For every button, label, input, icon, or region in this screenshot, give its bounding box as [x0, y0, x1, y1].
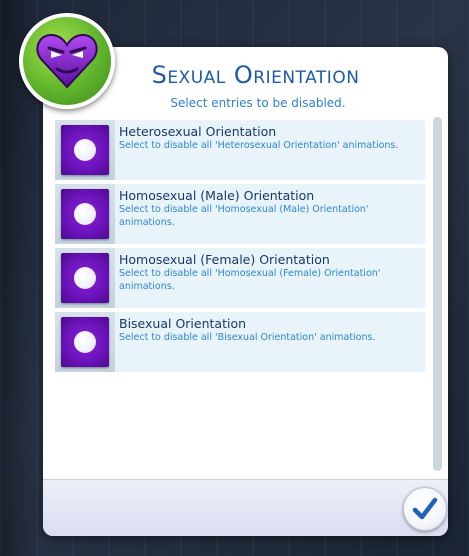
dialog-subtitle: Select entries to be disabled.	[170, 96, 346, 110]
list-item[interactable]: Bisexual Orientation Select to disable a…	[55, 312, 425, 372]
item-description: Select to disable all 'Homosexual (Male)…	[119, 204, 369, 228]
list-item[interactable]: Homosexual (Male) Orientation Select to …	[55, 184, 425, 244]
list-scrollbar[interactable]	[433, 117, 442, 471]
item-description: Select to disable all 'Homosexual (Femal…	[119, 268, 381, 292]
white-dot-icon	[74, 139, 96, 161]
dialog-footer	[43, 479, 448, 536]
orientation-list: Heterosexual Orientation Select to disab…	[55, 120, 425, 376]
white-dot-icon	[74, 267, 96, 289]
list-item[interactable]: Heterosexual Orientation Select to disab…	[55, 120, 425, 180]
list-item[interactable]: Homosexual (Female) Orientation Select t…	[55, 248, 425, 308]
checkmark-icon	[412, 497, 438, 520]
white-dot-icon	[74, 203, 96, 225]
white-dot-icon	[74, 331, 96, 353]
selection-dialog: Sexual Orientation Select entries to be …	[43, 47, 448, 536]
item-thumbnail	[55, 120, 115, 180]
item-thumbnail	[55, 312, 115, 372]
item-name: Homosexual (Male) Orientation	[119, 188, 315, 203]
item-name: Homosexual (Female) Orientation	[119, 252, 330, 267]
item-name: Heterosexual Orientation	[119, 124, 277, 139]
item-thumbnail	[55, 248, 115, 308]
item-description: Select to disable all 'Heterosexual Orie…	[119, 140, 399, 151]
item-description: Select to disable all 'Bisexual Orientat…	[119, 332, 376, 343]
purple-heart-icon	[36, 33, 98, 89]
dialog-emblem	[19, 13, 115, 109]
item-name: Bisexual Orientation	[119, 316, 247, 331]
confirm-button[interactable]	[403, 487, 447, 531]
item-thumbnail	[55, 184, 115, 244]
